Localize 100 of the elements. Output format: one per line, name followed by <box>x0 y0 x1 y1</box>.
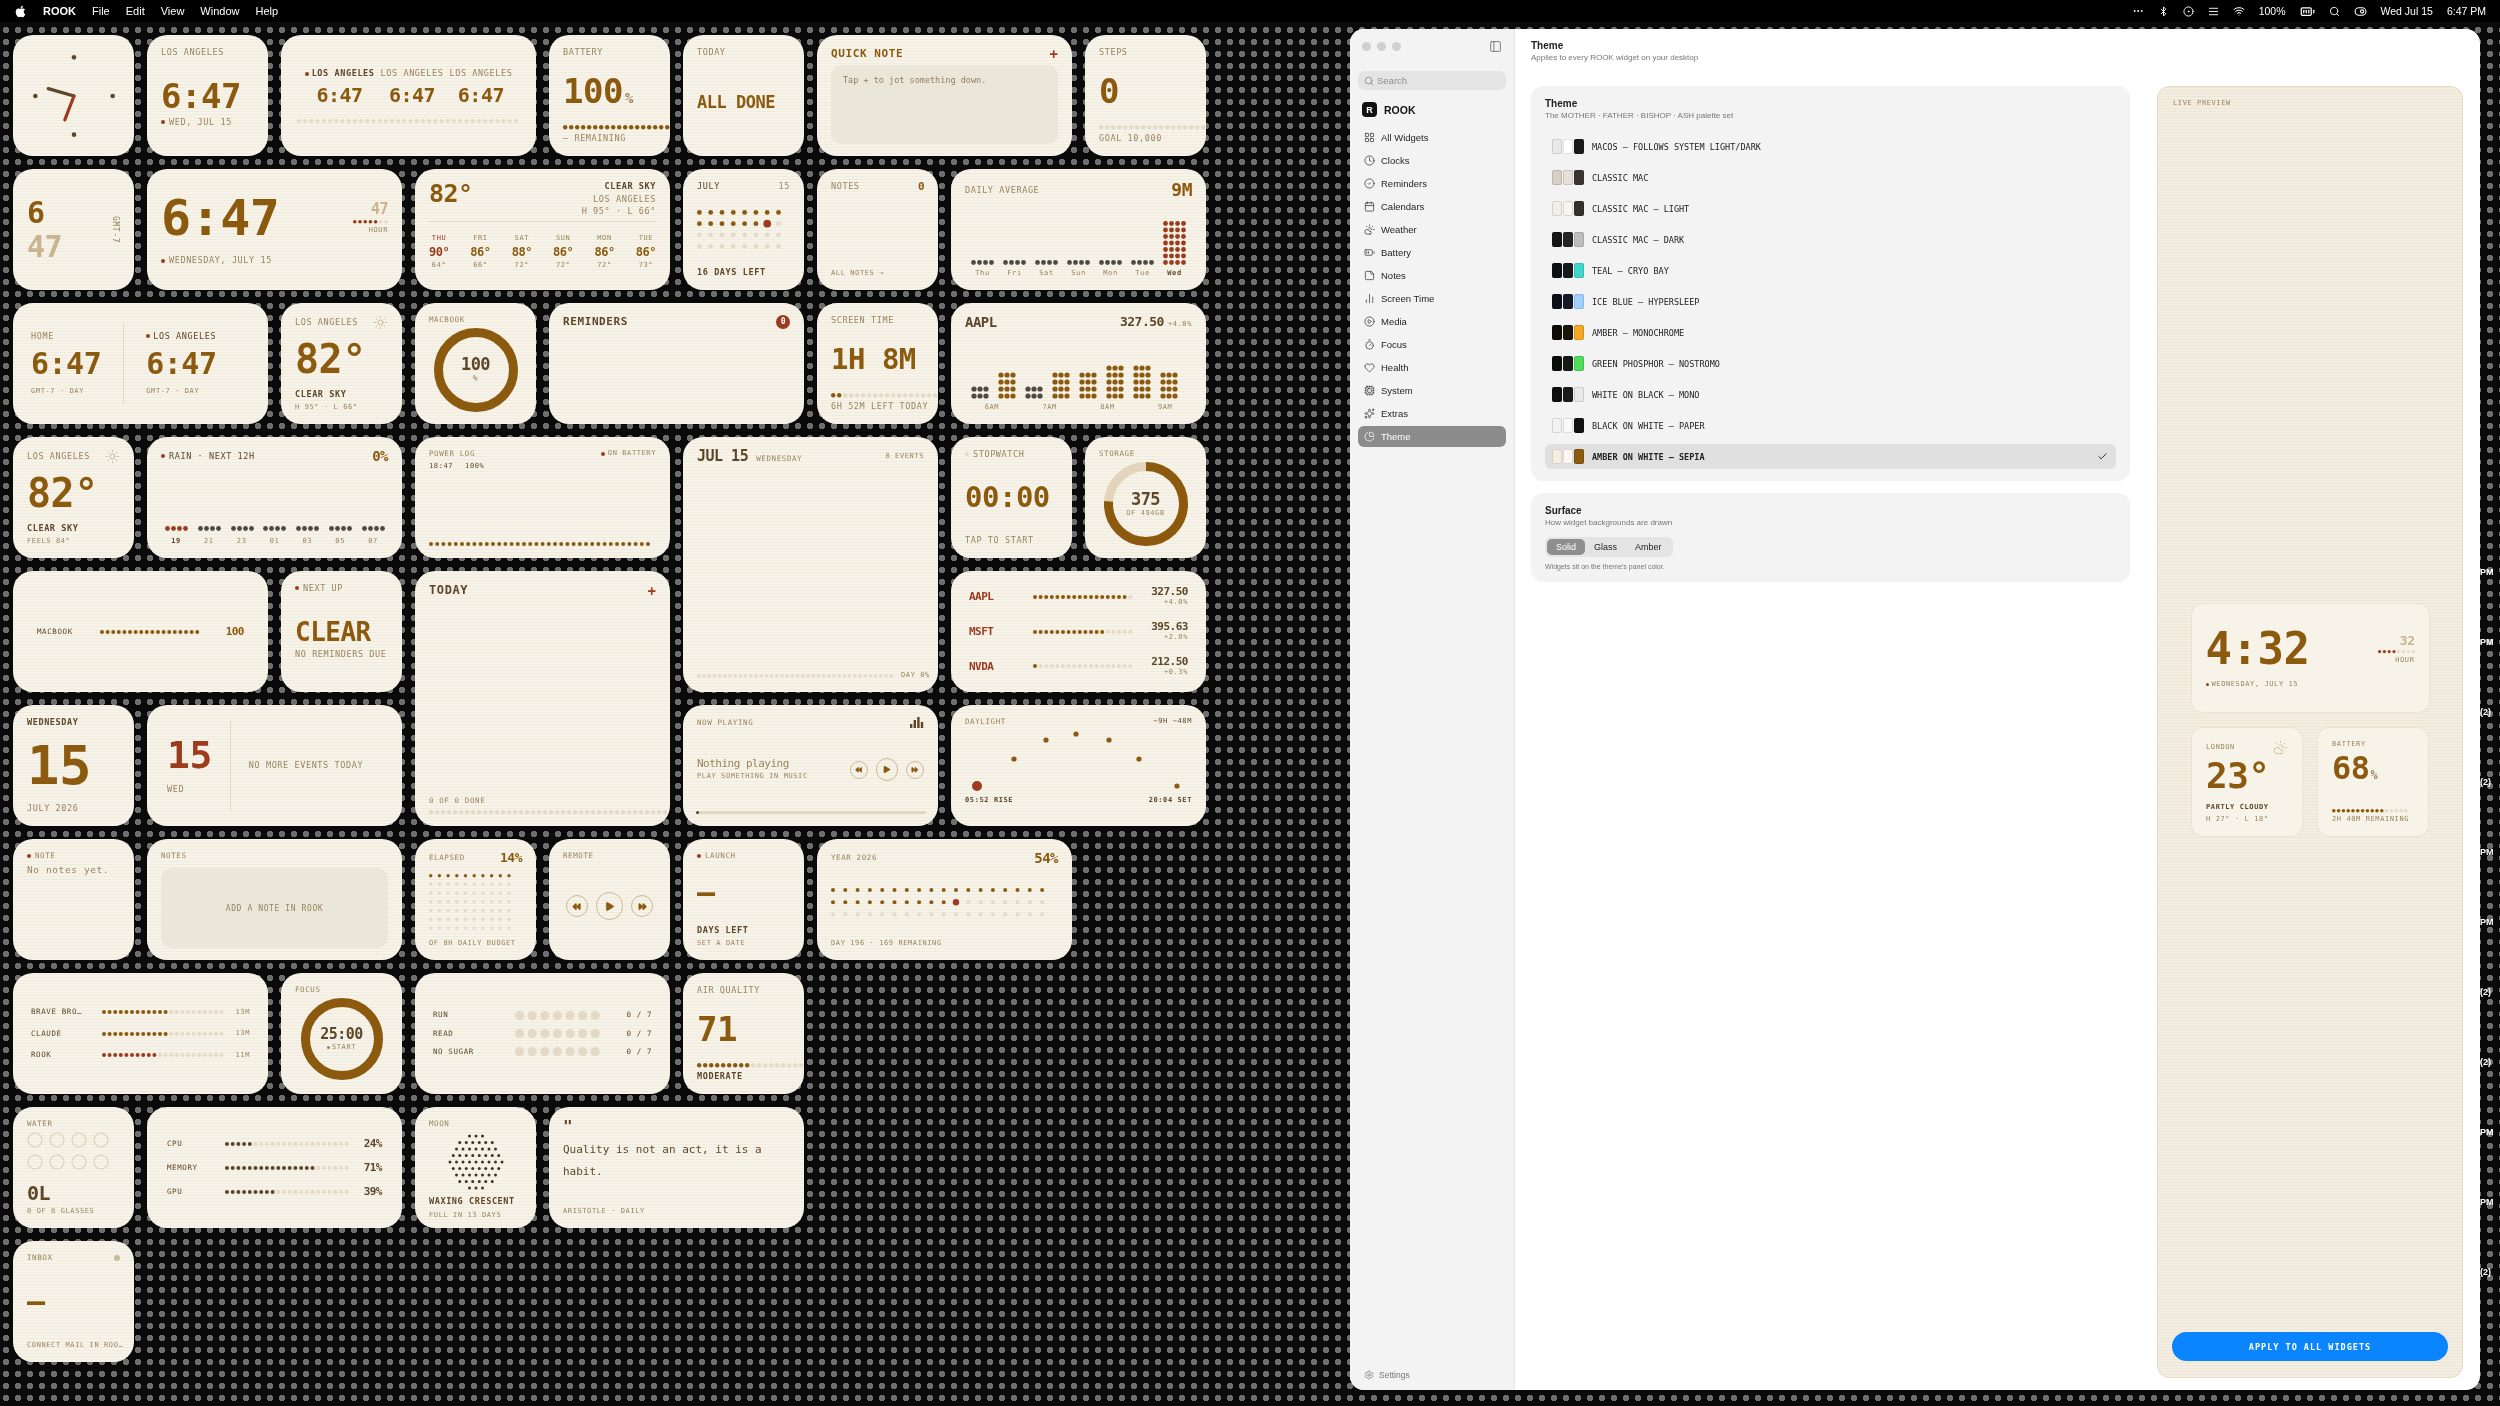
seconds-dots-drawing <box>2377 649 2415 653</box>
value-text: 54% <box>1034 851 1058 865</box>
usage-bar-drawing <box>1035 260 1058 266</box>
add-button[interactable]: + <box>647 583 656 598</box>
headline-text: CLEAR <box>295 618 372 645</box>
temperature-text: 82° <box>429 181 473 206</box>
time-text: 6:47 <box>161 193 280 244</box>
add-button[interactable]: + <box>1049 47 1058 61</box>
menu-item[interactable]: File <box>92 5 110 17</box>
sidebar-item[interactable]: All Widgets <box>1358 127 1506 148</box>
battery-percent: 100% <box>2258 5 2286 17</box>
sidebar-item[interactable]: Notes <box>1358 265 1506 286</box>
widget-label: AIR QUALITY <box>697 985 761 996</box>
search-icon[interactable] <box>2328 5 2340 17</box>
clipped-label: PM <box>2480 1127 2495 1139</box>
time-text: 6:47 <box>146 349 217 380</box>
value-text: 39% <box>363 1186 382 1197</box>
theme-option[interactable]: CLASSIC MAC — LIGHT <box>1545 196 2116 221</box>
sidebar-item[interactable]: Screen Time <box>1358 288 1506 309</box>
price-text: 395.63 <box>1151 621 1188 633</box>
condition-text: CLEAR SKY <box>295 388 348 400</box>
search-field[interactable]: Search <box>1358 71 1506 90</box>
app-menu[interactable]: ROOK <box>43 5 76 17</box>
timer-icon <box>1364 339 1375 350</box>
note-field[interactable]: Tap + to jot something down. <box>831 65 1058 144</box>
ticker-text: NVDA <box>969 660 995 672</box>
track-title: Nothing playing <box>697 758 790 770</box>
sidebar-item[interactable]: Focus <box>1358 334 1506 355</box>
month-text: JULY 2026 <box>27 803 80 814</box>
note-text: — REMAINING <box>563 133 627 144</box>
sidebar-toggle-icon[interactable] <box>1489 40 1502 53</box>
sidebar-item[interactable]: Media <box>1358 311 1506 332</box>
sidebar-item[interactable]: Health <box>1358 357 1506 378</box>
segment-button[interactable]: Amber <box>1626 539 1671 555</box>
time-text: 6:47 <box>388 84 436 105</box>
dot-icon <box>161 454 165 458</box>
sidebar-item[interactable]: Extras <box>1358 403 1506 424</box>
theme-option[interactable]: TEAL — CRYO BAY <box>1545 258 2116 283</box>
bar-chart-icon <box>1364 293 1375 304</box>
menu-time: 6:47 PM <box>2446 5 2486 17</box>
theme-option[interactable]: BLACK ON WHITE — PAPER <box>1545 413 2116 438</box>
value-text: 24% <box>363 1138 382 1149</box>
control-center-icon[interactable] <box>2353 4 2367 18</box>
headline-text: ALL DONE <box>697 94 776 112</box>
menu-item[interactable]: View <box>160 5 185 17</box>
rain-dots-drawing <box>329 526 352 532</box>
settings-link[interactable]: Settings <box>1358 1370 1506 1380</box>
dot-icon <box>161 119 165 124</box>
page-title: Theme <box>1531 40 1565 51</box>
theme-option[interactable]: CLASSIC MAC <box>1545 165 2116 190</box>
circle-dot-icon[interactable] <box>2182 5 2194 17</box>
clipped-label: PM <box>2480 917 2495 929</box>
dot-icon <box>304 71 309 76</box>
page-subtitle: Applies to every ROOK widget on your desktop <box>1531 53 1700 62</box>
menu-date: Wed Jul 15 <box>2380 5 2433 17</box>
range-text: H 95° · L 66° <box>581 206 656 217</box>
theme-option[interactable]: AMBER — MONOCHROME <box>1545 320 2116 345</box>
time-text: 6:47 <box>457 84 504 105</box>
widget-label: BATTERY <box>563 47 605 58</box>
wifi-icon[interactable] <box>2232 5 2245 17</box>
theme-option[interactable]: CLASSIC MAC — DARK <box>1545 227 2116 252</box>
dot-icon <box>146 334 151 339</box>
sparkle-icon <box>1364 408 1375 419</box>
sidebar-item[interactable]: Battery <box>1358 242 1506 263</box>
theme-option[interactable]: GREEN PHOSPHOR — NOSTROMO <box>1545 351 2116 376</box>
rewind-icon <box>572 901 582 911</box>
sidebar-item[interactable]: Weather <box>1358 219 1506 240</box>
sidebar-item[interactable]: Reminders <box>1358 173 1506 194</box>
sidebar-item[interactable]: System <box>1358 380 1506 401</box>
theme-option[interactable]: MACOS — FOLLOWS SYSTEM LIGHT/DARK <box>1545 134 2116 159</box>
widget-label: STEPS <box>1099 47 1129 58</box>
menu-item[interactable]: Help <box>255 5 279 17</box>
unit-text: % <box>624 91 633 106</box>
time-text: 4:32 <box>2205 627 2310 671</box>
theme-option[interactable]: ICE BLUE — HYPERSLEEP <box>1545 289 2116 314</box>
app-badge: R <box>1362 102 1377 117</box>
widget-label: DAILY AVERAGE <box>965 184 1040 196</box>
value-text: 0% <box>372 449 388 463</box>
apple-icon[interactable] <box>14 4 27 18</box>
lines-icon[interactable] <box>2207 5 2219 17</box>
temperature-text: 23° <box>2206 757 2271 794</box>
value-text: 14% <box>500 851 522 864</box>
timezone-label: GMT-7 <box>111 215 120 244</box>
time-text: 6:47 <box>316 84 363 105</box>
theme-option[interactable]: AMBER ON WHITE — SEPIA <box>1545 444 2116 469</box>
fast-forward-icon <box>911 765 919 774</box>
sidebar-item[interactable]: Clocks <box>1358 150 1506 171</box>
price-text: 327.50 <box>1151 586 1188 598</box>
menu-item[interactable]: Window <box>200 5 240 17</box>
widget-label: TODAY <box>697 47 726 58</box>
theme-option[interactable]: WHITE ON BLACK — MONO <box>1545 382 2116 407</box>
dot-icon <box>326 1045 330 1049</box>
sidebar-item[interactable]: Calendars <box>1358 196 1506 217</box>
city-label: LOS ANGELES <box>27 451 90 462</box>
agenda-message: NO MORE EVENTS TODAY <box>248 760 364 771</box>
count-text: 0 <box>917 181 924 192</box>
ticker-text: AAPL <box>969 591 995 603</box>
apply-button[interactable]: APPLY TO ALL WIDGETS <box>2172 1332 2448 1361</box>
segment-button[interactable]: Glass <box>1585 539 1627 555</box>
menu-item[interactable]: Edit <box>125 5 145 17</box>
